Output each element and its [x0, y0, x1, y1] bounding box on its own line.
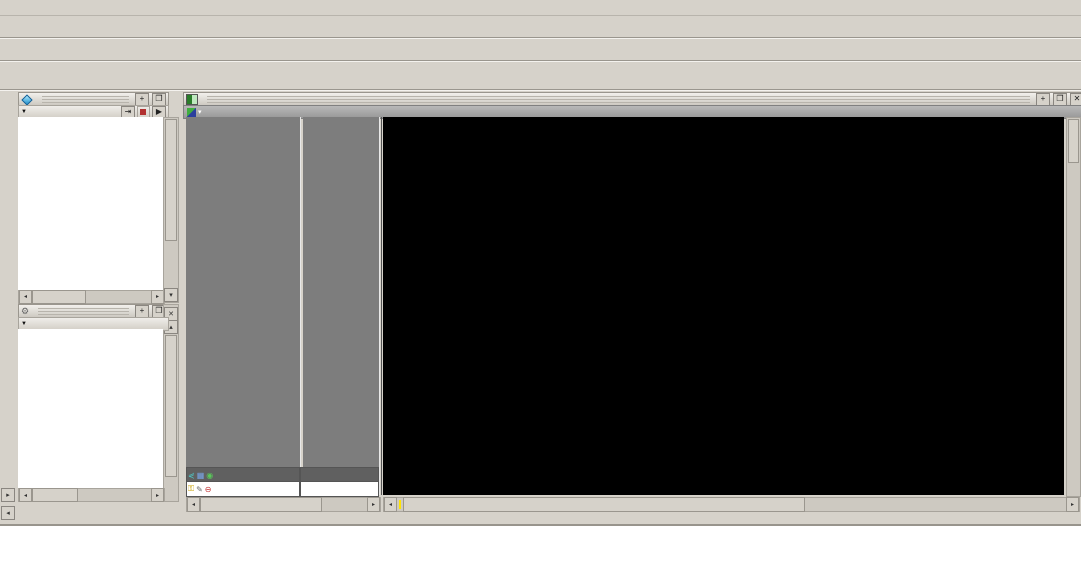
- gear-icon: ⚙: [21, 306, 29, 317]
- wave-names-pane: [186, 117, 300, 495]
- cursor-delete-icon[interactable]: ⊖: [205, 485, 212, 494]
- clipped-left-panel: [0, 92, 18, 524]
- objects-icon: [21, 94, 32, 105]
- wave-grip[interactable]: [207, 96, 1030, 103]
- processes-vscroll-thumb[interactable]: [165, 335, 177, 477]
- wave-scroll-right-icon[interactable]: ▸: [1066, 497, 1079, 512]
- cursor-row[interactable]: ⚿ ✎ ⊖: [186, 481, 379, 497]
- objects-vscroll-thumb[interactable]: [165, 119, 177, 241]
- objects-scroll-left-icon[interactable]: ◂: [19, 290, 32, 304]
- objects-hscroll-thumb[interactable]: [32, 290, 86, 304]
- processes-hscroll-thumb[interactable]: [32, 488, 78, 502]
- cursor-lock-icon[interactable]: ⚿: [188, 484, 194, 494]
- corner-scroll-left-icon[interactable]: ◂: [1, 506, 15, 520]
- processes-vscrollbar[interactable]: ✕ ▴: [163, 304, 179, 502]
- objects-list: [18, 117, 163, 290]
- objects-hscrollbar[interactable]: ◂ ▸: [18, 290, 165, 304]
- names-scroll-right-icon[interactable]: ▸: [367, 497, 380, 512]
- now-tools-icon-3[interactable]: ◉: [206, 471, 213, 480]
- wave-toolbox-dropdown-icon[interactable]: ▾: [198, 108, 202, 116]
- sort-arrow-icon[interactable]: ▼: [21, 321, 27, 327]
- wave-values-pane: [303, 117, 379, 495]
- names-values-splitter[interactable]: [300, 117, 301, 495]
- names-scroll-left-icon[interactable]: ◂: [187, 497, 200, 512]
- menu-bar: [0, 0, 1081, 16]
- wave-toolbox-icon[interactable]: [187, 108, 196, 117]
- wave-hscrollbar[interactable]: ◂ ▸: [383, 497, 1080, 512]
- main-divider: [0, 89, 1081, 91]
- wave-canvas[interactable]: [383, 117, 1064, 495]
- cursor-edit-icon[interactable]: ✎: [196, 485, 203, 494]
- simulator-window: + ❐ ▼ ⇥ ▶ ◂ ▸ ▾ ⚙ + ❐ ✕ ▴ ▼: [0, 0, 1081, 526]
- toolbar-divider: [0, 37, 1081, 39]
- now-tools-icon-1[interactable]: ⋞: [188, 471, 195, 480]
- processes-list: [18, 329, 163, 488]
- wave-vscrollbar[interactable]: [1066, 117, 1081, 497]
- values-wave-splitter[interactable]: [379, 117, 380, 495]
- objects-scroll-down-icon[interactable]: ▾: [164, 288, 178, 302]
- sort-arrow-icon[interactable]: ▼: [21, 109, 27, 115]
- corner-scroll-right-icon[interactable]: ▸: [1, 488, 15, 502]
- cursor-position-marker: [399, 500, 401, 509]
- objects-vscrollbar[interactable]: ▾: [163, 117, 179, 303]
- now-badge-icon: [140, 109, 146, 115]
- names-hscroll-thumb[interactable]: [200, 497, 322, 512]
- objects-grip[interactable]: [42, 96, 129, 103]
- processes-scroll-right-icon[interactable]: ▸: [151, 488, 164, 502]
- wave-icon: [186, 94, 198, 105]
- wave-hscroll-thumb[interactable]: [403, 497, 805, 512]
- processes-grip[interactable]: [38, 308, 129, 315]
- values-wave-splitter-shadow: [381, 117, 382, 495]
- wave-scroll-left-icon[interactable]: ◂: [384, 497, 397, 512]
- wave-vscroll-thumb[interactable]: [1068, 119, 1079, 163]
- now-tools-icon-2[interactable]: ▦: [197, 471, 205, 480]
- names-hscrollbar[interactable]: ◂ ▸: [186, 497, 381, 512]
- processes-scroll-left-icon[interactable]: ◂: [19, 488, 32, 502]
- processes-hscrollbar[interactable]: ◂ ▸: [18, 488, 165, 502]
- toolbar-divider-2: [0, 60, 1081, 62]
